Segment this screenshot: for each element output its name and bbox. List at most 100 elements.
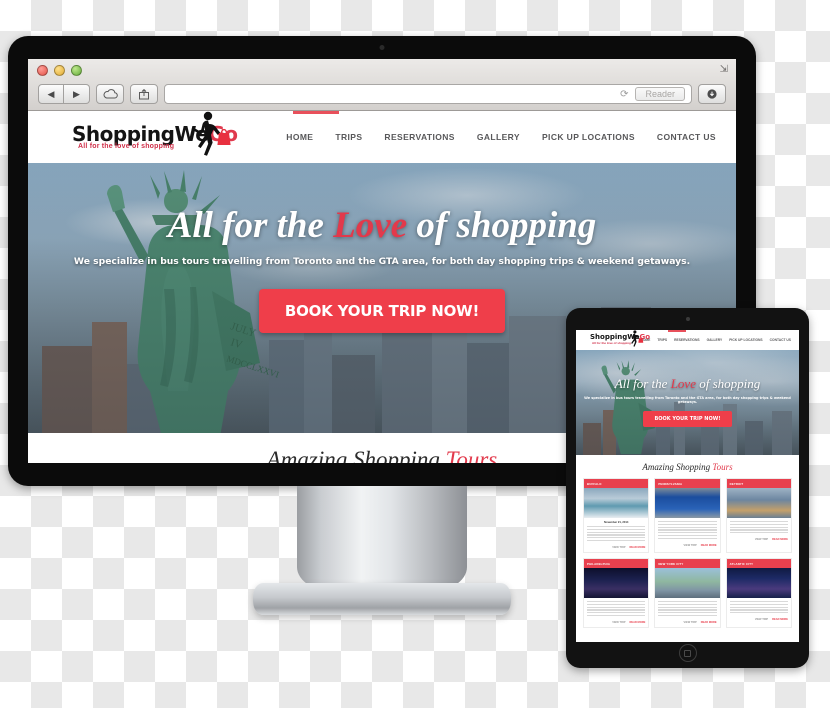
hero-subtitle: We specialize in bus tours travelling fr…	[73, 256, 691, 267]
tour-card-readmore-link[interactable]: READ MORE	[629, 546, 645, 549]
tablet-site-header: ShoppingWeGo All for the love of shoppin…	[576, 330, 799, 350]
tablet-nav-item-trips[interactable]: TRIPS	[657, 338, 667, 342]
tablet-screen: ShoppingWeGo All for the love of shoppin…	[576, 330, 799, 642]
tour-card-body	[584, 598, 648, 619]
tour-card[interactable]: DETROIT VIEW TRIP READ MORE	[725, 478, 792, 554]
tablet-nav-item-gallery[interactable]: GALLERY	[707, 338, 723, 342]
tour-card-view-link[interactable]: VIEW TRIP	[684, 621, 697, 624]
tablet-hero-title: All for the Love of shopping	[582, 376, 793, 392]
tour-card-view-link[interactable]: VIEW TRIP	[684, 544, 697, 547]
nav-item-pick-up-locations[interactable]: PICK UP LOCATIONS	[542, 132, 635, 142]
tablet-book-trip-button[interactable]: BOOK YOUR TRIP NOW!	[643, 411, 732, 427]
forward-arrow-icon[interactable]: ▶	[64, 84, 90, 104]
tour-card-body	[655, 518, 719, 542]
tour-card-view-link[interactable]: VIEW TRIP	[755, 618, 768, 621]
tour-card-readmore-link[interactable]: READ MORE	[701, 621, 717, 624]
downloads-icon[interactable]	[698, 84, 726, 104]
logo-tagline: All for the love of shopping	[78, 143, 175, 150]
tablet-hero-title-part1: All for the	[614, 376, 671, 391]
nav-item-trips[interactable]: TRIPS	[335, 132, 362, 142]
tablet-hero-content: All for the Love of shopping We speciali…	[576, 376, 799, 427]
tablet-tours-grid: BUFFALO November 21, 2014 VIEW TRIP READ…	[583, 478, 792, 629]
tablet-tours-heading: Amazing Shopping Tours	[583, 462, 792, 472]
tour-card[interactable]: PHILADELPHIA VIEW TRIP READ MORE	[583, 558, 650, 629]
tour-card-footer[interactable]: VIEW TRIP READ MORE	[584, 619, 648, 627]
main-navigation[interactable]: HOME TRIPS RESERVATIONS GALLERY PICK UP …	[286, 132, 722, 142]
tour-card-date: November 21, 2014	[603, 521, 629, 524]
tour-card-body	[655, 598, 719, 619]
navigation-buttons[interactable]: ◀ ▶	[38, 84, 90, 104]
transparent-canvas: ◀ ▶ ⟳ Reader ⇲ ShoppingWe All for the lo…	[0, 0, 830, 708]
tour-card-readmore-link[interactable]: READ MORE	[772, 538, 788, 541]
tablet-hero-subtitle: We specialize in bus tours travelling fr…	[584, 396, 791, 404]
reload-icon[interactable]: ⟳	[620, 89, 628, 100]
tour-card-view-link[interactable]: VIEW TRIP	[612, 546, 625, 549]
tour-card-footer[interactable]: VIEW TRIP READ MORE	[655, 542, 719, 550]
tour-card-text	[658, 601, 717, 617]
hero-title-highlight: Love	[333, 205, 408, 246]
fullscreen-expand-icon[interactable]: ⇲	[720, 64, 728, 75]
tour-card-footer[interactable]: VIEW TRIP READ MORE	[584, 544, 648, 552]
window-traffic-lights[interactable]	[37, 65, 82, 76]
tour-card-tag: PHILADELPHIA	[584, 559, 649, 569]
tour-card-tag: BUFFALO	[584, 479, 649, 488]
tablet-tours-section: Amazing Shopping Tours BUFFALO November …	[576, 455, 799, 629]
tour-card-body	[727, 518, 791, 536]
tour-card-view-link[interactable]: VIEW TRIP	[612, 621, 625, 624]
tablet-home-button[interactable]	[678, 644, 697, 662]
nav-item-gallery[interactable]: GALLERY	[477, 132, 520, 142]
monitor-stand-neck	[297, 486, 467, 593]
tour-card-tag: DETROIT	[726, 479, 791, 488]
tour-card-text	[587, 526, 646, 542]
browser-toolbar: ◀ ▶ ⟳ Reader	[28, 81, 736, 107]
book-trip-button[interactable]: BOOK YOUR TRIP NOW!	[258, 289, 506, 333]
tour-card[interactable]: ATLANTIC CITY VIEW TRIP READ MORE	[725, 558, 792, 629]
tour-card-footer[interactable]: VIEW TRIP READ MORE	[727, 616, 791, 624]
tablet-tours-heading-highlight: Tours	[712, 462, 733, 472]
nav-item-home[interactable]: HOME	[286, 132, 313, 142]
minimize-window-button[interactable]	[54, 65, 65, 76]
tour-card-text	[729, 601, 788, 614]
tour-card-body: November 21, 2014	[584, 518, 648, 544]
share-icon[interactable]	[130, 84, 158, 104]
tour-card-image	[655, 568, 720, 599]
nav-item-contact-us[interactable]: CONTACT US	[657, 132, 716, 142]
tour-card-readmore-link[interactable]: READ MORE	[701, 544, 717, 547]
tablet-hero-banner: All for the Love of shopping We speciali…	[576, 350, 799, 455]
back-arrow-icon[interactable]: ◀	[38, 84, 64, 104]
tablet-nav-item-pick-up-locations[interactable]: PICK UP LOCATIONS	[729, 338, 762, 342]
tablet-nav-item-reservations[interactable]: RESERVATIONS	[674, 338, 699, 342]
icloud-icon[interactable]	[96, 84, 124, 104]
tablet-site-logo[interactable]: ShoppingWeGo All for the love of shoppin…	[590, 330, 650, 349]
tablet-mockup: ShoppingWeGo All for the love of shoppin…	[566, 308, 809, 668]
tablet-shopping-girl-silhouette-icon	[631, 330, 644, 347]
tour-card[interactable]: NEW YORK CITY VIEW TRIP READ MORE	[654, 558, 721, 629]
maximize-window-button[interactable]	[71, 65, 82, 76]
tour-card-tag: NEW YORK CITY	[655, 559, 720, 569]
tablet-main-navigation[interactable]: HOME TRIPS RESERVATIONS GALLERY PICK UP …	[640, 338, 793, 342]
shopping-girl-silhouette-icon	[191, 111, 231, 156]
tour-card-text	[587, 601, 646, 617]
tablet-top-accent-bar	[668, 330, 686, 332]
tour-card-image	[584, 488, 649, 518]
site-logo[interactable]: ShoppingWeGo All for the love of shoppin…	[72, 111, 242, 160]
tablet-hero-title-part2: of shopping	[695, 376, 761, 391]
nav-item-reservations[interactable]: RESERVATIONS	[384, 132, 454, 142]
reader-button[interactable]: Reader	[635, 87, 685, 101]
tour-card[interactable]: BUFFALO November 21, 2014 VIEW TRIP READ…	[583, 478, 650, 554]
tour-card-footer[interactable]: VIEW TRIP READ MORE	[727, 536, 791, 544]
tour-card-readmore-link[interactable]: READ MORE	[772, 618, 788, 621]
tablet-tours-heading-part1: Amazing Shopping	[642, 462, 713, 472]
tablet-logo-word-shopping: Shopping	[590, 333, 628, 341]
tablet-nav-item-contact-us[interactable]: CONTACT US	[770, 338, 791, 342]
close-window-button[interactable]	[37, 65, 48, 76]
address-bar[interactable]: ⟳ Reader	[164, 84, 692, 104]
tour-card-image	[726, 568, 791, 599]
tours-heading-part1: Amazing Shopping	[266, 447, 446, 463]
tour-card-view-link[interactable]: VIEW TRIP	[755, 538, 768, 541]
top-accent-bar	[293, 111, 339, 114]
tour-card-footer[interactable]: VIEW TRIP READ MORE	[655, 619, 719, 627]
tour-card-readmore-link[interactable]: READ MORE	[629, 621, 645, 624]
tour-card[interactable]: PENNSYLVANIA VIEW TRIP READ MORE	[654, 478, 721, 554]
tour-card-image	[726, 488, 791, 518]
